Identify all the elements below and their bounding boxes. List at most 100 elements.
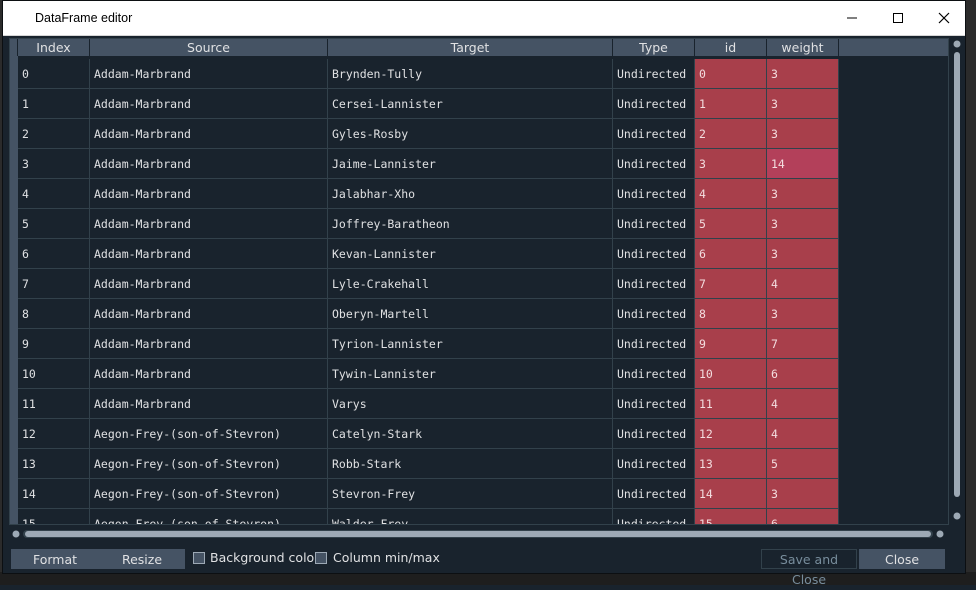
type-cell[interactable]: Undirected [613,509,695,524]
type-cell[interactable]: Undirected [613,209,695,239]
weight-cell[interactable]: 4 [767,389,839,419]
weight-cell[interactable]: 6 [767,359,839,389]
type-cell[interactable]: Undirected [613,359,695,389]
id-cell[interactable]: 15 [695,509,767,524]
title-bar[interactable]: DataFrame editor [3,1,965,36]
source-cell[interactable]: Aegon-Frey-(son-of-Stevron) [90,479,328,509]
target-cell[interactable]: Cersei-Lannister [328,89,613,119]
index-cell[interactable]: 9 [18,329,90,359]
id-cell[interactable]: 11 [695,389,767,419]
close-button[interactable]: Close [859,549,945,569]
target-cell[interactable]: Tyrion-Lannister [328,329,613,359]
weight-cell[interactable]: 5 [767,449,839,479]
index-cell[interactable]: 15 [18,509,90,524]
target-cell[interactable]: Gyles-Rosby [328,119,613,149]
weight-cell[interactable]: 3 [767,479,839,509]
weight-cell[interactable]: 3 [767,59,839,89]
target-cell[interactable]: Oberyn-Martell [328,299,613,329]
vertical-scrollbar[interactable] [950,38,964,525]
index-cell[interactable]: 4 [18,179,90,209]
column-header-index[interactable]: Index [18,39,90,56]
target-cell[interactable]: Catelyn-Stark [328,419,613,449]
source-cell[interactable]: Aegon-Frey-(son-of-Stevron) [90,509,328,524]
index-cell[interactable]: 13 [18,449,90,479]
column-header-target[interactable]: Target [328,39,613,56]
minimize-button[interactable] [829,1,875,35]
type-cell[interactable]: Undirected [613,89,695,119]
target-cell[interactable]: Kevan-Lannister [328,239,613,269]
id-cell[interactable]: 13 [695,449,767,479]
source-cell[interactable]: Addam-Marbrand [90,179,328,209]
index-cell[interactable]: 5 [18,209,90,239]
save-and-close-button[interactable]: Save and Close [761,549,857,587]
close-window-button[interactable] [921,1,967,35]
target-cell[interactable]: Varys [328,389,613,419]
source-cell[interactable]: Addam-Marbrand [90,119,328,149]
id-cell[interactable]: 9 [695,329,767,359]
index-cell[interactable]: 11 [18,389,90,419]
id-cell[interactable]: 3 [695,149,767,179]
column-header-weight[interactable]: weight [767,39,839,56]
weight-cell[interactable]: 6 [767,509,839,524]
target-cell[interactable]: Lyle-Crakehall [328,269,613,299]
index-cell[interactable]: 10 [18,359,90,389]
horizontal-scroll-thumb[interactable] [25,531,931,537]
id-cell[interactable]: 7 [695,269,767,299]
weight-cell[interactable]: 3 [767,209,839,239]
source-cell[interactable]: Aegon-Frey-(son-of-Stevron) [90,419,328,449]
id-cell[interactable]: 2 [695,119,767,149]
type-cell[interactable]: Undirected [613,239,695,269]
id-cell[interactable]: 6 [695,239,767,269]
type-cell[interactable]: Undirected [613,449,695,479]
column-header-source[interactable]: Source [90,39,328,56]
corner-header[interactable] [10,39,18,56]
id-cell[interactable]: 8 [695,299,767,329]
weight-cell[interactable]: 4 [767,269,839,299]
weight-cell[interactable]: 3 [767,119,839,149]
id-cell[interactable]: 1 [695,89,767,119]
column-header-id[interactable]: id [695,39,767,56]
dataframe-table[interactable]: Index Source Target Type id weight 0 Adda… [9,38,949,525]
source-cell[interactable]: Addam-Marbrand [90,209,328,239]
resize-button[interactable]: Resize [99,549,185,569]
index-cell[interactable]: 3 [18,149,90,179]
scroll-down-icon[interactable] [953,512,961,520]
source-cell[interactable]: Addam-Marbrand [90,299,328,329]
source-cell[interactable]: Addam-Marbrand [90,359,328,389]
index-cell[interactable]: 12 [18,419,90,449]
weight-cell[interactable]: 7 [767,329,839,359]
scroll-left-icon[interactable] [12,530,20,538]
source-cell[interactable]: Addam-Marbrand [90,59,328,89]
type-cell[interactable]: Undirected [613,419,695,449]
weight-cell[interactable]: 3 [767,89,839,119]
index-cell[interactable]: 1 [18,89,90,119]
id-cell[interactable]: 14 [695,479,767,509]
source-cell[interactable]: Addam-Marbrand [90,89,328,119]
source-cell[interactable]: Addam-Marbrand [90,239,328,269]
weight-cell[interactable]: 3 [767,179,839,209]
type-cell[interactable]: Undirected [613,329,695,359]
type-cell[interactable]: Undirected [613,149,695,179]
id-cell[interactable]: 10 [695,359,767,389]
id-cell[interactable]: 0 [695,59,767,89]
id-cell[interactable]: 5 [695,209,767,239]
column-header-type[interactable]: Type [613,39,695,56]
horizontal-scrollbar[interactable] [9,527,949,541]
source-cell[interactable]: Aegon-Frey-(son-of-Stevron) [90,449,328,479]
scroll-up-icon[interactable] [953,40,961,48]
source-cell[interactable]: Addam-Marbrand [90,389,328,419]
weight-cell[interactable]: 4 [767,419,839,449]
type-cell[interactable]: Undirected [613,179,695,209]
id-cell[interactable]: 12 [695,419,767,449]
background-color-checkbox[interactable] [193,552,205,564]
index-cell[interactable]: 6 [18,239,90,269]
target-cell[interactable]: Robb-Stark [328,449,613,479]
target-cell[interactable]: Brynden-Tully [328,59,613,89]
type-cell[interactable]: Undirected [613,389,695,419]
weight-cell[interactable]: 3 [767,299,839,329]
index-cell[interactable]: 8 [18,299,90,329]
column-minmax-checkbox[interactable] [315,552,327,564]
type-cell[interactable]: Undirected [613,479,695,509]
weight-cell[interactable]: 14 [767,149,839,179]
source-cell[interactable]: Addam-Marbrand [90,269,328,299]
